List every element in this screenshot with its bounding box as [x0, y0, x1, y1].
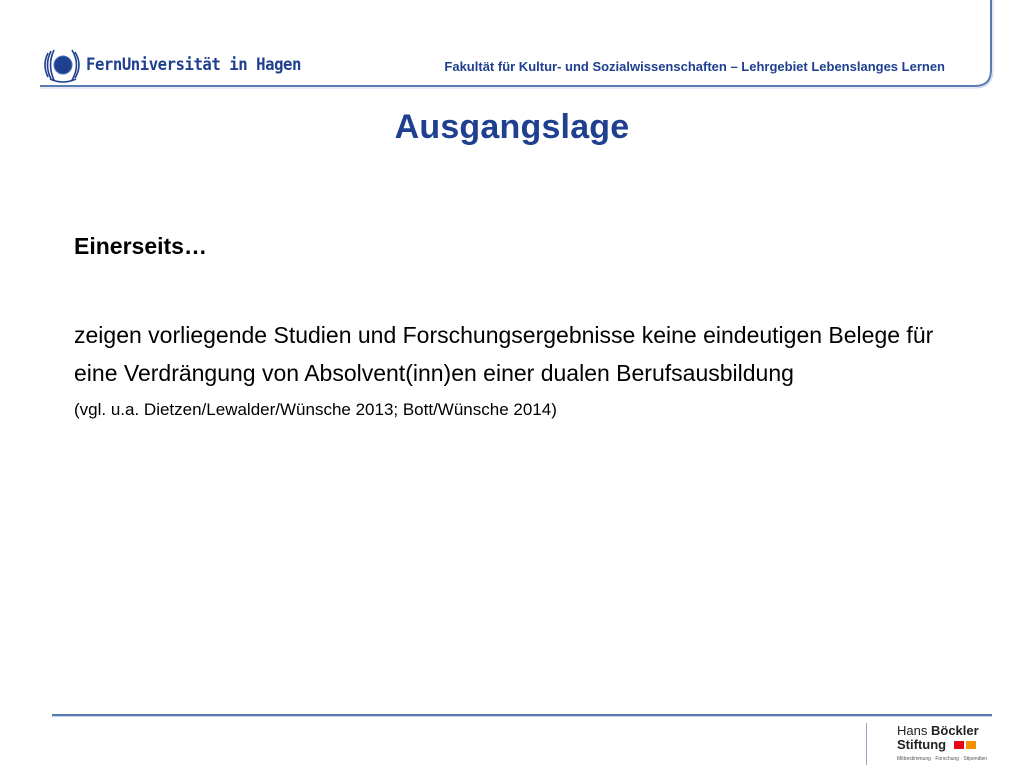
sponsor-name-regular: Hans	[897, 723, 928, 738]
sponsor-name-line2: Stiftung	[897, 737, 947, 752]
sponsor-name-bold: Böckler	[930, 723, 979, 738]
logo-text: FernUniversität in Hagen	[86, 55, 301, 75]
sponsor-divider	[866, 723, 867, 765]
body-paragraph: zeigen vorliegende Studien und Forschung…	[74, 322, 934, 386]
faculty-heading: Fakultät für Kultur- und Sozialwissensch…	[444, 59, 945, 74]
sponsor-logo: Hans Böckler Stiftung Mitbestimmung · Fo…	[866, 723, 996, 768]
university-logo: FernUniversität in Hagen	[42, 47, 320, 83]
hans-boeckler-mark-icon	[954, 741, 976, 749]
subheading: Einerseits…	[74, 233, 207, 259]
sponsor-name-line1: Hans Böckler	[897, 723, 979, 738]
footer-rule-shadow	[52, 716, 992, 717]
sponsor-tagline: Mitbestimmung · Forschung · Stipendien	[897, 756, 988, 762]
citation: (vgl. u.a. Dietzen/Lewalder/Wünsche 2013…	[74, 400, 557, 419]
slide-title: Ausgangslage	[394, 108, 630, 146]
slide: FernUniversität in Hagen Fakultät für Ku…	[0, 0, 1024, 768]
slide-content: Einerseits… zeigen vorliegende Studien u…	[74, 228, 974, 422]
fernuni-globe-icon	[44, 49, 80, 83]
